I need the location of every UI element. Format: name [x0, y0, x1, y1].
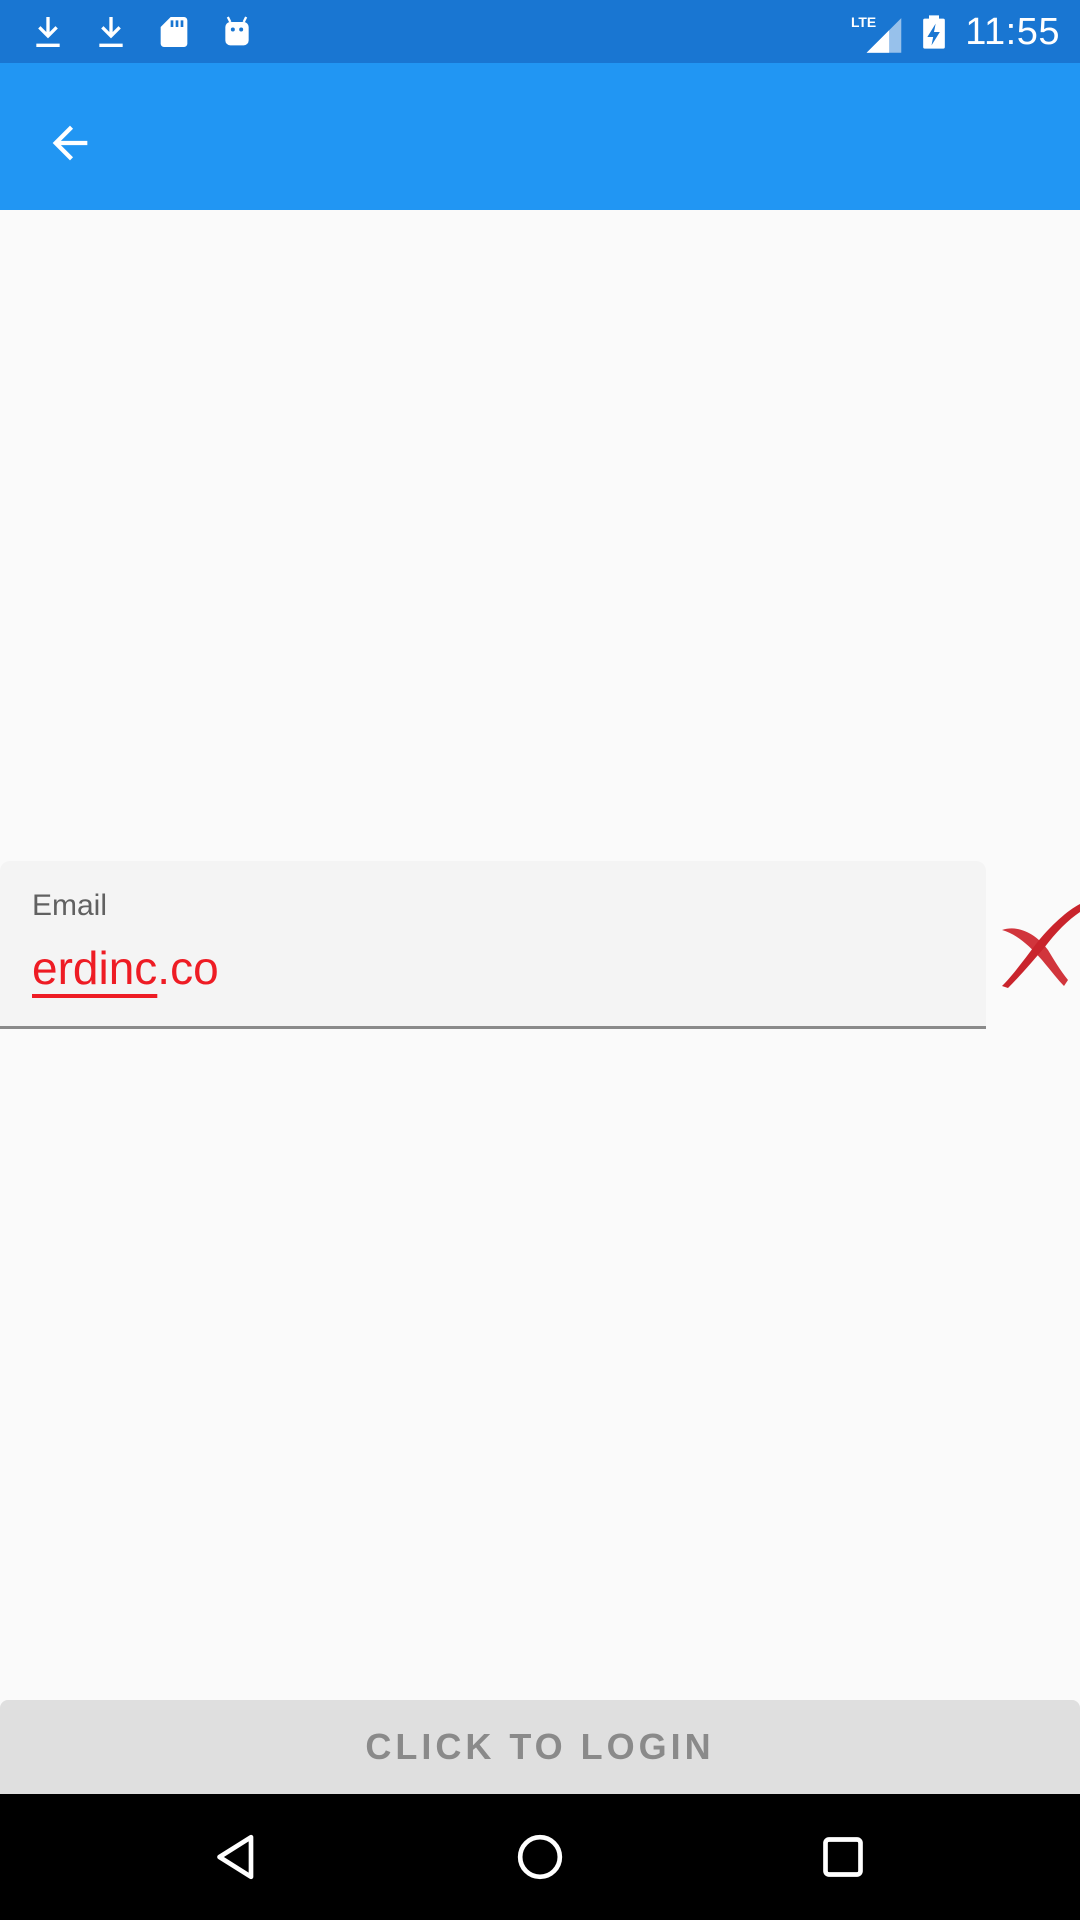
home-circle-icon: [517, 1834, 563, 1880]
download-icon: [87, 8, 135, 56]
status-time: 11:55: [965, 11, 1060, 53]
nav-home-button[interactable]: [500, 1817, 580, 1897]
status-bar: LTE 11:55: [0, 0, 1080, 63]
navigation-bar: [0, 1794, 1080, 1920]
email-value-rest: .co: [157, 942, 219, 994]
download-icon: [24, 8, 72, 56]
lte-signal-icon: LTE: [848, 8, 906, 56]
arrow-back-icon: [52, 125, 88, 161]
sd-card-icon: [150, 8, 198, 56]
nav-recents-button[interactable]: [803, 1817, 883, 1897]
screen: LTE 11:55 Email erdinc.co CLICK TO LOGIN: [0, 0, 1080, 1920]
invalid-x-icon: [998, 900, 1080, 990]
email-label: Email: [32, 889, 108, 922]
nav-back-button[interactable]: [197, 1817, 277, 1897]
battery-charging-icon: [910, 8, 958, 56]
android-icon: [213, 8, 261, 56]
email-value-misspelled: erdinc: [32, 942, 158, 994]
recents-square-icon: [823, 1837, 863, 1877]
back-button[interactable]: [30, 103, 110, 183]
lte-label: LTE: [851, 14, 876, 30]
app-bar: [0, 63, 1080, 210]
login-button[interactable]: CLICK TO LOGIN: [0, 1700, 1080, 1794]
email-value[interactable]: erdinc.co: [32, 941, 219, 995]
back-triangle-icon: [217, 1834, 254, 1880]
email-field[interactable]: Email erdinc.co: [0, 861, 986, 1029]
